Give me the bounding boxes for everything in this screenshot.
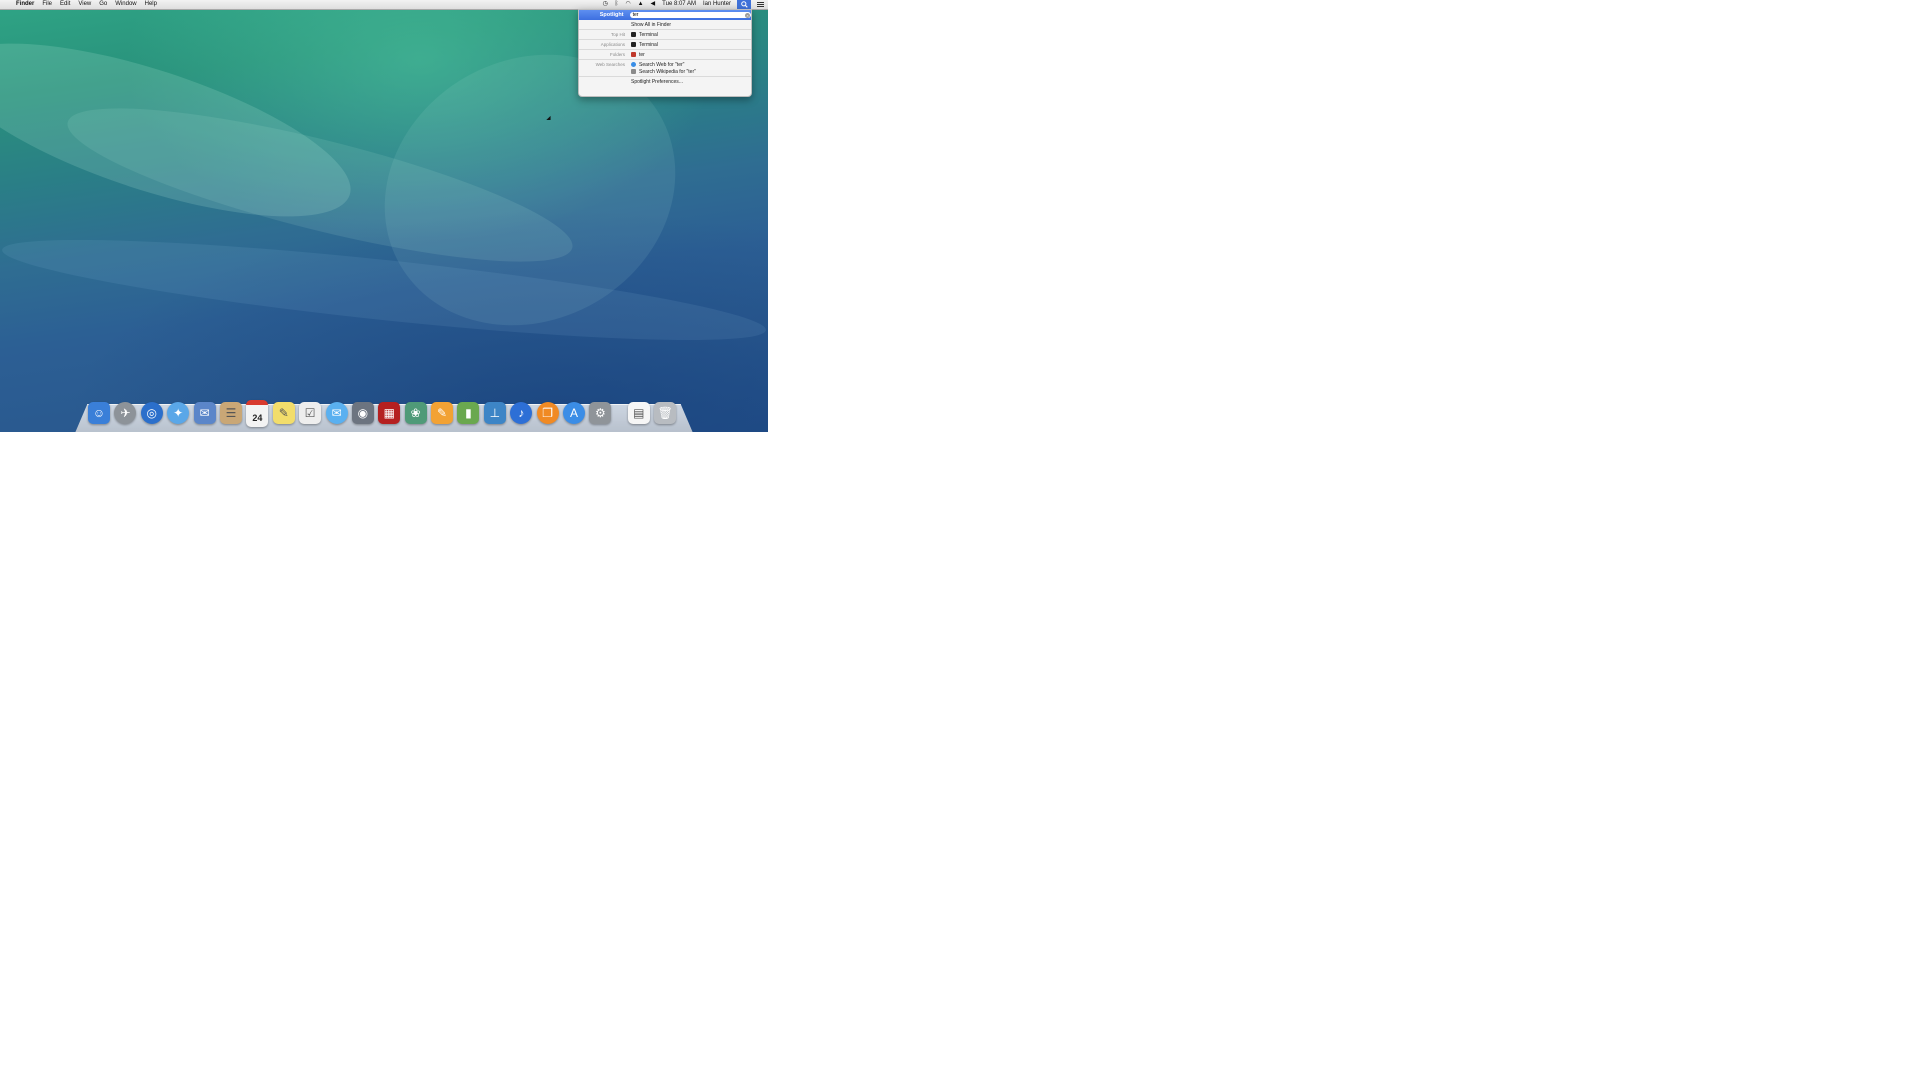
volume-icon[interactable]: ◀	[651, 0, 656, 9]
divider	[579, 59, 751, 60]
finder-icon[interactable]: ☺	[88, 402, 110, 424]
notification-center-icon[interactable]	[757, 2, 764, 7]
menu-window[interactable]: Window	[115, 0, 136, 9]
spotlight-row-folders[interactable]: Folders ter	[579, 51, 751, 58]
spotlight-row-show-all[interactable]: Show All in Finder	[579, 21, 751, 28]
messages-icon[interactable]: ✉	[325, 402, 348, 424]
folder-icon	[631, 52, 636, 57]
spotlight-row-applications[interactable]: Applications Terminal	[579, 41, 751, 48]
launchpad-icon[interactable]: ✈	[114, 402, 137, 424]
mail-icon[interactable]: ✉	[193, 402, 216, 424]
divider	[579, 29, 751, 30]
spotlight-search-input[interactable]: ter ×	[629, 12, 751, 18]
menu-extras: ◷ ᛒ ◠ ▲ ◀ Tue 8:07 AM Ian Hunter	[595, 0, 768, 9]
photo-booth-icon[interactable]: ▦	[378, 402, 401, 424]
search-icon	[740, 1, 748, 8]
menu-view[interactable]: View	[78, 0, 91, 9]
documents-stack-icon[interactable]: ▤	[627, 402, 650, 424]
menu-go[interactable]: Go	[99, 0, 107, 9]
menu-file[interactable]: File	[42, 0, 52, 9]
reminders-icon[interactable]: ☑	[299, 402, 322, 424]
dock: ☺ ✈ ◎ ✦ ✉ ☰ 24 ✎ ☑ ✉ ◉ ▦ ❀ ✎ ▮ ⊥ ♪ ❐ A ⚙ ▤ 🗑	[88, 399, 680, 427]
result-label: Search Wikipedia for "ter"	[639, 68, 696, 75]
desktop-wallpaper: Finder File Edit View Go Window Help ◷ ᛒ…	[0, 0, 768, 432]
spotlight-label: Spotlight	[599, 12, 624, 18]
keynote-icon[interactable]: ⊥	[483, 402, 506, 424]
spotlight-header: Spotlight ter ×	[579, 10, 751, 20]
spotlight-row-preferences[interactable]: Spotlight Preferences...	[579, 78, 751, 85]
time-machine-icon[interactable]: ◷	[602, 0, 607, 9]
system-preferences-icon[interactable]: ⚙	[589, 402, 612, 424]
terminal-icon	[631, 42, 636, 47]
result-label: Search Web for "ter"	[639, 61, 685, 68]
notes-icon[interactable]: ✎	[272, 402, 295, 424]
contacts-icon[interactable]: ☰	[219, 402, 242, 424]
safari-icon[interactable]: ✦	[167, 402, 190, 424]
result-category: Web Searches	[595, 62, 625, 67]
iphoto-icon[interactable]: ❀	[404, 402, 427, 424]
result-category: Folders	[609, 52, 625, 57]
app-store-icon[interactable]: A	[563, 402, 586, 424]
divider	[579, 76, 751, 77]
facetime-icon[interactable]: ◉	[351, 402, 374, 424]
numbers-icon[interactable]: ▮	[457, 402, 480, 424]
result-label: ter	[639, 51, 645, 58]
spotlight-query: ter	[632, 12, 639, 18]
user-name[interactable]: Ian Hunter	[703, 0, 731, 9]
spotlight-row-wikipedia[interactable]: Search Wikipedia for "ter"	[579, 68, 751, 75]
result-label: Terminal	[639, 31, 658, 38]
bluetooth-icon[interactable]: ᛒ	[615, 0, 619, 9]
clock-text[interactable]: Tue 8:07 AM	[662, 0, 696, 9]
trash-icon[interactable]: 🗑	[654, 402, 677, 424]
result-label: Show All in Finder	[631, 21, 672, 28]
divider	[579, 49, 751, 50]
calendar-icon[interactable]: 24	[246, 399, 269, 427]
clear-search-icon[interactable]: ×	[745, 12, 750, 18]
menu-edit[interactable]: Edit	[60, 0, 70, 9]
airplay-icon[interactable]: ▲	[638, 0, 644, 9]
result-label: Terminal	[639, 41, 658, 48]
ibooks-icon[interactable]: ❐	[536, 402, 559, 424]
mission-control-icon[interactable]: ◎	[140, 402, 163, 424]
wifi-icon[interactable]: ◠	[625, 0, 630, 9]
result-category: Applications	[600, 42, 625, 47]
spotlight-menu-button[interactable]	[737, 0, 751, 9]
divider	[579, 39, 751, 40]
menu-finder[interactable]: Finder	[16, 0, 34, 9]
spotlight-panel: Spotlight ter × Show All in Finder Top H…	[578, 9, 752, 97]
globe-icon	[631, 62, 636, 67]
wikipedia-icon	[631, 69, 636, 74]
spotlight-row-top-hit[interactable]: Top Hit Terminal	[579, 31, 751, 38]
menu-help[interactable]: Help	[145, 0, 157, 9]
result-category: Top Hit	[610, 32, 625, 37]
pages-icon[interactable]: ✎	[431, 402, 454, 424]
spotlight-row-web-search[interactable]: Web Searches Search Web for "ter"	[579, 61, 751, 68]
itunes-icon[interactable]: ♪	[510, 402, 533, 424]
terminal-icon	[631, 32, 636, 37]
result-label: Spotlight Preferences...	[631, 78, 683, 85]
